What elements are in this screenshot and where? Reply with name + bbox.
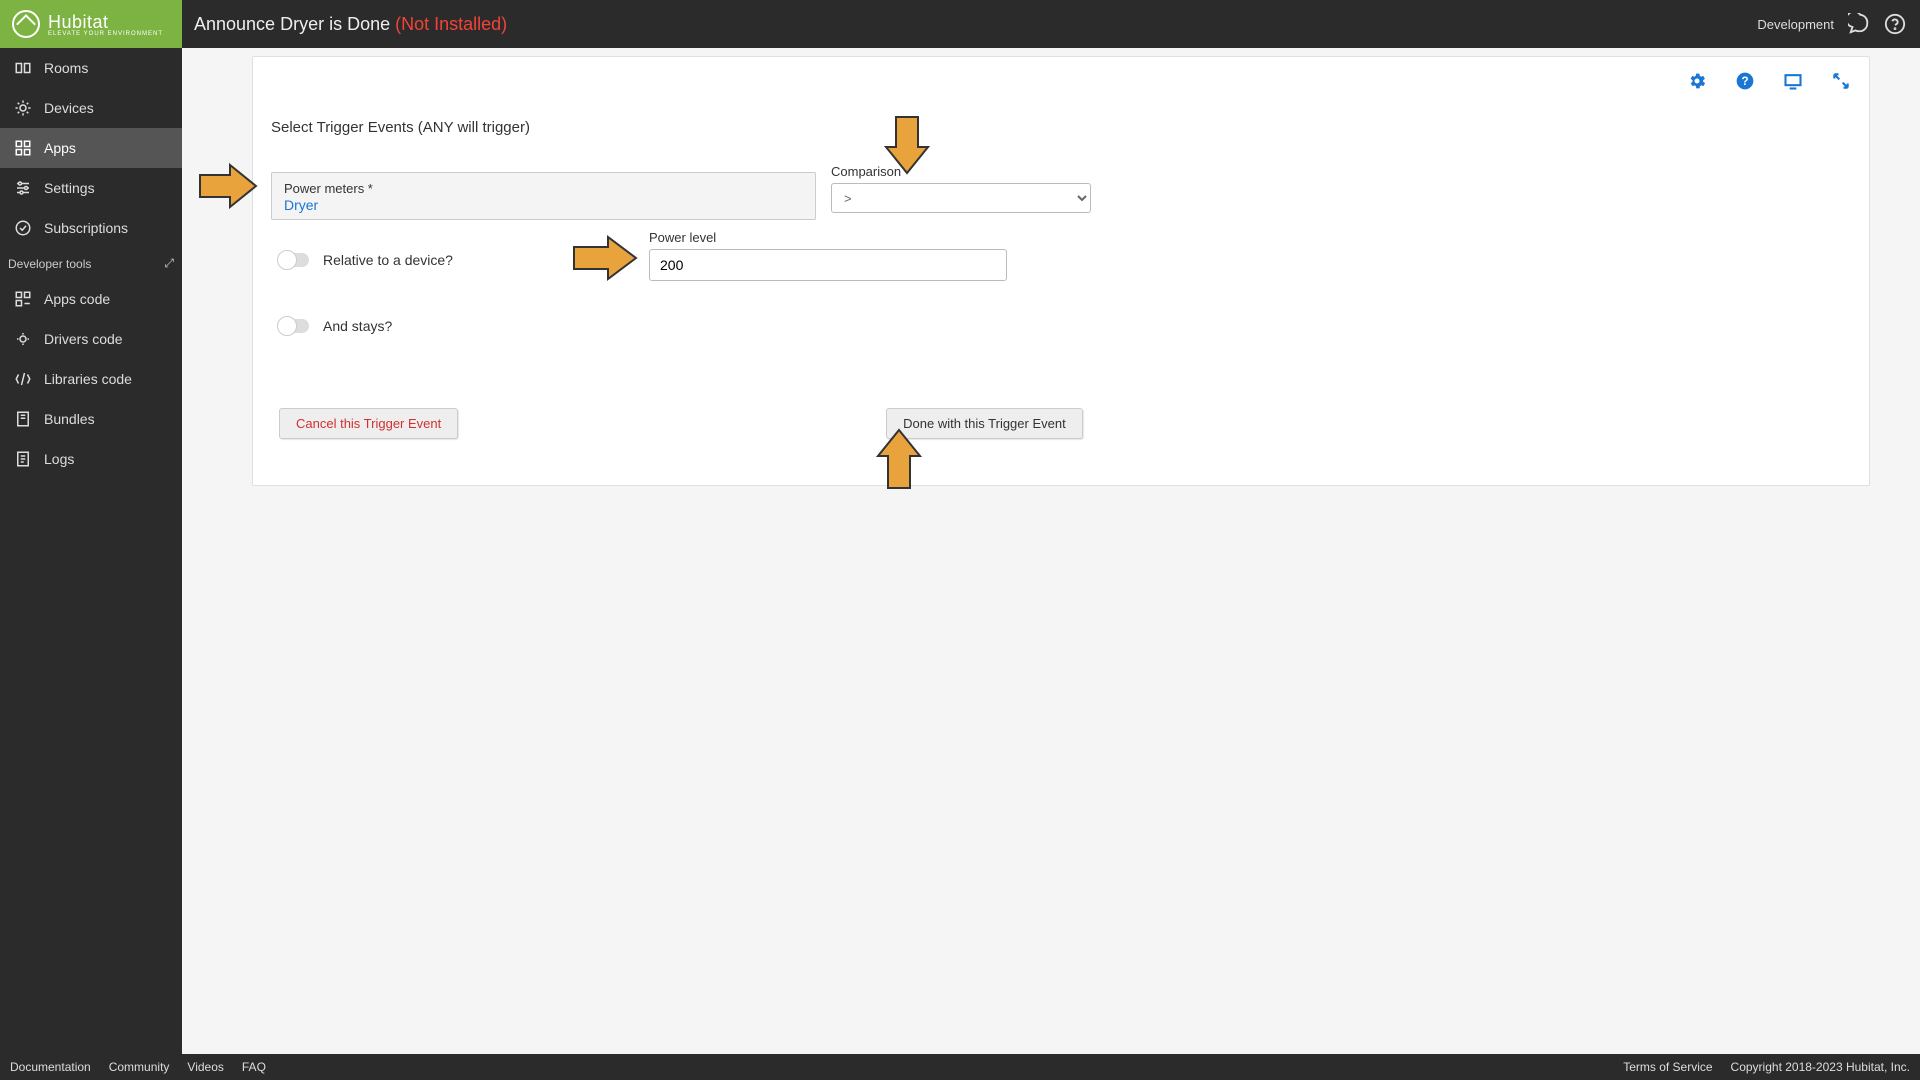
card-toolbar: ? — [1687, 71, 1851, 91]
sidebar-item-label: Logs — [44, 451, 74, 467]
sidebar-item-apps[interactable]: Apps — [0, 128, 182, 168]
annotation-arrow-2 — [884, 115, 930, 175]
sidebar: Rooms Devices Apps Settings Subscription… — [0, 48, 182, 1054]
sidebar-item-label: Drivers code — [44, 331, 123, 347]
footer-right: Terms of Service Copyright 2018-2023 Hub… — [1623, 1060, 1910, 1074]
sidebar-item-logs[interactable]: Logs — [0, 439, 182, 479]
footer-left-links: Documentation Community Videos FAQ — [10, 1060, 266, 1074]
collapse-icon: ⤢ — [164, 256, 174, 271]
annotation-arrow-3 — [572, 235, 638, 281]
bundles-icon — [14, 410, 32, 428]
sidebar-item-label: Settings — [44, 180, 95, 196]
and-stays-toggle[interactable] — [279, 319, 309, 333]
sidebar-item-label: Subscriptions — [44, 220, 128, 236]
main-content: ? Select Trigger Events (ANY will trigge… — [182, 48, 1920, 1054]
footer-link-faq[interactable]: FAQ — [242, 1060, 266, 1074]
sidebar-item-drivers-code[interactable]: Drivers code — [0, 319, 182, 359]
apps-code-icon — [14, 290, 32, 308]
gear-icon[interactable] — [1687, 71, 1707, 91]
sidebar-item-label: Rooms — [44, 60, 88, 76]
logs-icon — [14, 450, 32, 468]
drivers-code-icon — [14, 330, 32, 348]
expand-icon[interactable] — [1831, 71, 1851, 91]
chat-icon[interactable] — [1848, 13, 1870, 35]
comparison-field: Comparison * > — [831, 164, 1091, 213]
power-level-label: Power level — [649, 230, 1007, 245]
annotation-arrow-4 — [876, 428, 922, 490]
sidebar-item-settings[interactable]: Settings — [0, 168, 182, 208]
sidebar-section-label: Developer tools — [8, 257, 91, 271]
footer-link-documentation[interactable]: Documentation — [10, 1060, 91, 1074]
subscriptions-icon — [14, 219, 32, 237]
sidebar-item-bundles[interactable]: Bundles — [0, 399, 182, 439]
sidebar-item-rooms[interactable]: Rooms — [0, 48, 182, 88]
relative-toggle-row: Relative to a device? — [279, 252, 453, 268]
svg-text:?: ? — [1741, 75, 1748, 88]
footer-link-videos[interactable]: Videos — [187, 1060, 223, 1074]
help-circle-icon[interactable]: ? — [1735, 71, 1755, 91]
devices-icon — [14, 99, 32, 117]
comparison-select[interactable]: > — [831, 183, 1091, 213]
header: Hubitat ELEVATE YOUR ENVIRONMENT Announc… — [0, 0, 1920, 48]
power-level-input[interactable] — [649, 249, 1007, 281]
and-stays-label: And stays? — [323, 318, 392, 334]
footer-copyright: Copyright 2018-2023 Hubitat, Inc. — [1731, 1060, 1910, 1074]
sidebar-item-label: Devices — [44, 100, 94, 116]
sidebar-item-libraries-code[interactable]: Libraries code — [0, 359, 182, 399]
relative-toggle[interactable] — [279, 253, 309, 267]
cancel-button[interactable]: Cancel this Trigger Event — [279, 408, 458, 439]
header-right: Development — [1757, 0, 1906, 48]
libraries-code-icon — [14, 370, 32, 388]
sidebar-item-subscriptions[interactable]: Subscriptions — [0, 208, 182, 248]
settings-icon — [14, 179, 32, 197]
sidebar-item-apps-code[interactable]: Apps code — [0, 279, 182, 319]
logo-text: Hubitat — [48, 12, 109, 32]
sidebar-item-label: Libraries code — [44, 371, 132, 387]
help-icon[interactable] — [1884, 13, 1906, 35]
logo-subtitle: ELEVATE YOUR ENVIRONMENT — [48, 31, 163, 37]
logo[interactable]: Hubitat ELEVATE YOUR ENVIRONMENT — [0, 0, 182, 48]
page-title: Announce Dryer is Done (Not Installed) — [194, 14, 507, 35]
logo-icon — [12, 10, 40, 38]
trigger-card: ? Select Trigger Events (ANY will trigge… — [252, 56, 1870, 486]
screen-icon[interactable] — [1783, 71, 1803, 91]
sidebar-item-label: Apps code — [44, 291, 110, 307]
install-status: (Not Installed) — [395, 14, 507, 34]
sidebar-item-devices[interactable]: Devices — [0, 88, 182, 128]
rooms-icon — [14, 59, 32, 77]
relative-toggle-label: Relative to a device? — [323, 252, 453, 268]
comparison-label: Comparison * — [831, 164, 1091, 179]
power-meters-label: Power meters * — [284, 181, 803, 196]
section-title: Select Trigger Events (ANY will trigger) — [271, 119, 1851, 136]
power-level-field: Power level — [649, 230, 1007, 281]
sidebar-item-label: Bundles — [44, 411, 95, 427]
sidebar-dev-tools-header[interactable]: Developer tools ⤢ — [0, 248, 182, 279]
and-stays-toggle-row: And stays? — [279, 318, 392, 334]
apps-icon — [14, 139, 32, 157]
button-row: Cancel this Trigger Event Done with this… — [279, 408, 1083, 439]
footer-link-terms[interactable]: Terms of Service — [1623, 1060, 1712, 1074]
env-label: Development — [1757, 17, 1834, 32]
footer-link-community[interactable]: Community — [109, 1060, 170, 1074]
power-meters-select[interactable]: Power meters * Dryer — [271, 172, 816, 220]
sidebar-item-label: Apps — [44, 140, 76, 156]
power-meters-value: Dryer — [284, 197, 803, 213]
footer: Documentation Community Videos FAQ Terms… — [0, 1054, 1920, 1080]
annotation-arrow-1 — [198, 163, 258, 209]
page-title-text: Announce Dryer is Done — [194, 14, 390, 34]
